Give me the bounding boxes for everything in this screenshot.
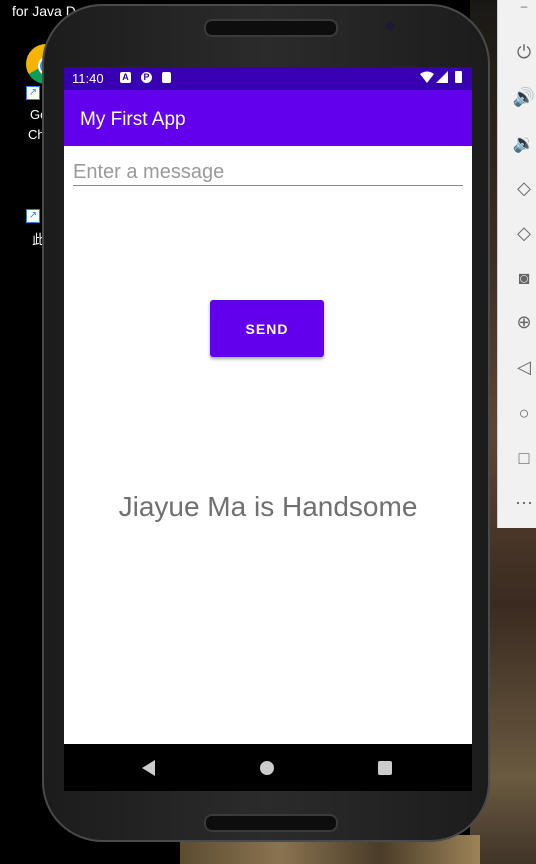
front-camera (386, 22, 394, 30)
volume-down-icon[interactable]: 🔉 (512, 131, 536, 155)
volume-up-icon[interactable]: 🔊 (512, 85, 536, 109)
rotate-left-icon[interactable]: ◇ (512, 176, 536, 200)
emulator-toolbar: – ⏻ 🔊 🔉 ◇ ◇ ◙ ⊕ ◁ ○ □ ⋯ (497, 0, 536, 528)
p-notification-icon: P (141, 72, 152, 83)
overview-icon[interactable]: □ (512, 446, 536, 470)
zoom-icon[interactable]: ⊕ (512, 310, 536, 334)
status-time: 11:40 (72, 71, 104, 86)
back-icon[interactable]: ◁ (512, 355, 536, 379)
signal-icon (436, 71, 448, 83)
battery-icon (455, 71, 462, 83)
a-notification-icon: A (120, 72, 131, 83)
message-display: Jiayue Ma is Handsome (118, 491, 418, 522)
message-input[interactable] (73, 159, 463, 186)
camera-icon[interactable]: ◙ (512, 266, 536, 290)
recents-icon[interactable] (378, 761, 392, 775)
device-screen: 11:40 A P My First App SEND Jiayue Ma is… (64, 67, 472, 744)
minimize-icon[interactable]: – (512, 0, 536, 18)
rotate-right-icon[interactable]: ◇ (512, 221, 536, 245)
sd-card-icon (162, 72, 171, 83)
back-icon[interactable] (142, 760, 155, 776)
nav-bar (64, 744, 472, 791)
shortcut-arrow-icon-2: ↗ (26, 209, 40, 223)
shortcut-arrow-icon: ↗ (26, 86, 40, 100)
home-icon[interactable] (260, 761, 274, 775)
home-icon[interactable]: ○ (512, 401, 536, 425)
status-bar: 11:40 A P (64, 67, 472, 90)
more-icon[interactable]: ⋯ (512, 491, 536, 515)
top-speaker (204, 19, 338, 37)
bottom-speaker (204, 814, 338, 832)
wifi-icon (420, 71, 434, 83)
power-icon[interactable]: ⏻ (512, 40, 536, 64)
send-button[interactable]: SEND (210, 300, 324, 357)
app-bar: My First App (64, 90, 472, 146)
app-title: My First App (80, 109, 186, 130)
